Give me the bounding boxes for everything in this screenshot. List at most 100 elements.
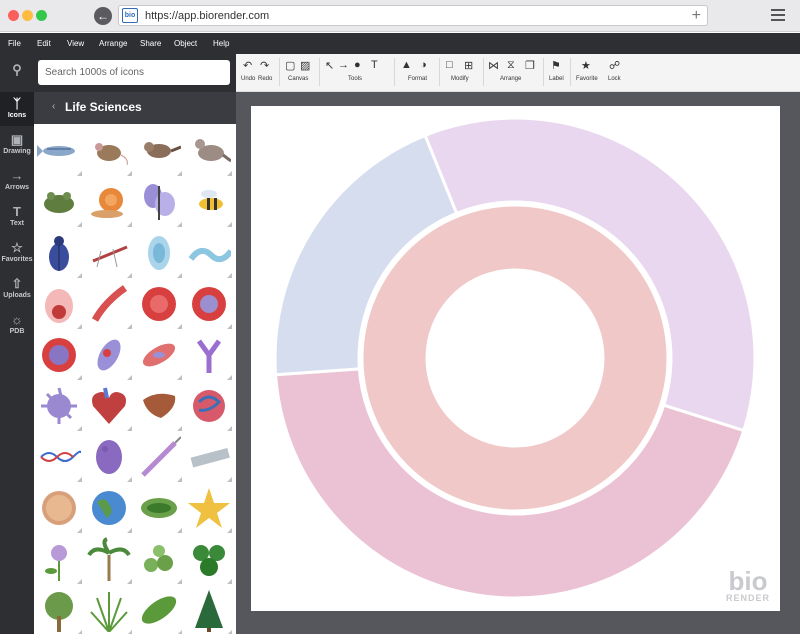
undo-icon[interactable]: ↶	[243, 59, 252, 72]
icon-tile[interactable]	[135, 127, 183, 177]
icon-tile[interactable]	[185, 178, 233, 228]
icon-tile-corner	[127, 477, 132, 482]
rail-text[interactable]: T Text	[0, 200, 34, 234]
paint-bucket-icon[interactable]: ▲	[401, 59, 412, 71]
icon-tile[interactable]	[135, 229, 183, 279]
icon-tile-corner	[177, 324, 182, 329]
flower-icon	[45, 545, 67, 581]
muscle-cell-icon	[142, 343, 176, 367]
shape-tool-icon[interactable]: ●	[354, 59, 361, 71]
fill-canvas-icon[interactable]: ▨	[300, 59, 310, 72]
arrow-left-icon[interactable]: ←	[94, 7, 112, 25]
menu-file[interactable]: File	[8, 39, 21, 48]
label-icon[interactable]: ⚑	[551, 59, 561, 72]
icon-tile-corner	[127, 273, 132, 278]
flip-horizontal-icon[interactable]: ⋈	[488, 59, 499, 72]
icon-tile[interactable]	[185, 586, 233, 634]
icon-tile[interactable]	[85, 535, 133, 585]
icon-tile[interactable]	[135, 586, 183, 634]
icon-tile[interactable]	[85, 586, 133, 634]
icon-tile[interactable]	[35, 433, 83, 483]
icon-tile[interactable]	[85, 280, 133, 330]
address-bar[interactable]: bio https://app.biorender.com +	[118, 5, 708, 26]
format-label: Format	[408, 76, 428, 82]
menu-view[interactable]: View	[67, 39, 84, 48]
icon-tile[interactable]	[135, 382, 183, 432]
icon-tile[interactable]	[35, 484, 83, 534]
cell-nucleus-icon	[42, 338, 76, 372]
canvas-page[interactable]: bio RENDER	[251, 106, 780, 611]
lock-label: Lock	[608, 76, 621, 82]
menu-arrange[interactable]: Arrange	[99, 39, 127, 48]
star-icon[interactable]: ★	[581, 59, 591, 72]
icon-tile[interactable]	[85, 433, 133, 483]
petri-dish-icon	[42, 491, 76, 525]
icon-tile[interactable]	[185, 280, 233, 330]
icon-tile[interactable]	[85, 229, 133, 279]
icon-tile[interactable]	[35, 382, 83, 432]
arrow-tool-icon[interactable]: →	[338, 59, 349, 71]
icon-search-input[interactable]	[38, 60, 230, 85]
icon-tile[interactable]	[35, 586, 83, 634]
liver-icon	[143, 393, 176, 418]
icon-tile-corner	[127, 171, 132, 176]
icon-tile[interactable]	[185, 127, 233, 177]
sperm-cell-icon	[97, 339, 121, 371]
redo-icon[interactable]: ↷	[260, 59, 269, 72]
menu-edit[interactable]: Edit	[37, 39, 51, 48]
contrast-icon[interactable]: ◑	[420, 59, 427, 71]
transform-icon[interactable]: □	[446, 59, 453, 71]
icon-tile[interactable]	[135, 178, 183, 228]
maximize-window-button[interactable]	[36, 10, 47, 21]
plus-icon[interactable]: +	[692, 6, 701, 26]
chevron-left-icon[interactable]: ‹	[52, 101, 55, 112]
icon-tile[interactable]	[135, 433, 183, 483]
rail-favorites[interactable]: ☆ Favorites	[0, 236, 34, 270]
icon-tile[interactable]	[185, 535, 233, 585]
icon-tile[interactable]	[85, 127, 133, 177]
donut-slice-ring2-1[interactable]	[360, 203, 670, 513]
rail-arrows[interactable]: → Arrows	[0, 164, 34, 198]
url-text[interactable]: https://app.biorender.com	[145, 10, 269, 22]
icon-tile[interactable]	[185, 229, 233, 279]
rail-search[interactable]: ⚲	[0, 58, 34, 92]
icon-tile[interactable]	[185, 382, 233, 432]
icon-tile[interactable]	[35, 331, 83, 381]
icon-tile[interactable]	[35, 229, 83, 279]
icon-tile[interactable]	[135, 280, 183, 330]
rail-label: Drawing	[3, 148, 31, 155]
crop-icon[interactable]: ⊞	[464, 59, 473, 72]
donut-chart[interactable]	[251, 106, 780, 611]
icon-tile[interactable]	[185, 433, 233, 483]
menu-share[interactable]: Share	[140, 39, 161, 48]
icon-tile[interactable]	[85, 178, 133, 228]
menu-object[interactable]: Object	[174, 39, 197, 48]
lock-icon[interactable]: ☍	[609, 59, 620, 72]
rail-drawing[interactable]: ▣ Drawing	[0, 128, 34, 162]
icon-tile[interactable]	[85, 484, 133, 534]
icon-tile[interactable]	[135, 331, 183, 381]
icon-tile[interactable]	[85, 382, 133, 432]
flip-vertical-icon[interactable]: ⧖	[507, 59, 515, 72]
icon-tile[interactable]	[185, 331, 233, 381]
icon-tile[interactable]	[85, 331, 133, 381]
icon-tile[interactable]	[35, 535, 83, 585]
icon-tile[interactable]	[135, 484, 183, 534]
icon-tile[interactable]	[35, 280, 83, 330]
icon-tile[interactable]	[185, 484, 233, 534]
hamburger-icon[interactable]	[771, 9, 785, 21]
icon-tile[interactable]	[35, 127, 83, 177]
palm-icon	[87, 537, 131, 581]
rail-icons[interactable]: ᛉ Icons	[0, 92, 34, 126]
menu-help[interactable]: Help	[213, 39, 229, 48]
close-window-button[interactable]	[8, 10, 19, 21]
minimize-window-button[interactable]	[22, 10, 33, 21]
rail-uploads[interactable]: ⇧ Uploads	[0, 272, 34, 306]
text-tool-icon[interactable]: T	[371, 59, 378, 71]
icon-tile[interactable]	[35, 178, 83, 228]
layer-order-icon[interactable]: ❐	[525, 59, 535, 72]
resize-canvas-icon[interactable]: ▢	[285, 59, 295, 72]
icon-tile[interactable]	[135, 535, 183, 585]
rail-pdb[interactable]: ☼ PDB	[0, 308, 34, 342]
pointer-icon[interactable]: ↖	[325, 59, 334, 72]
